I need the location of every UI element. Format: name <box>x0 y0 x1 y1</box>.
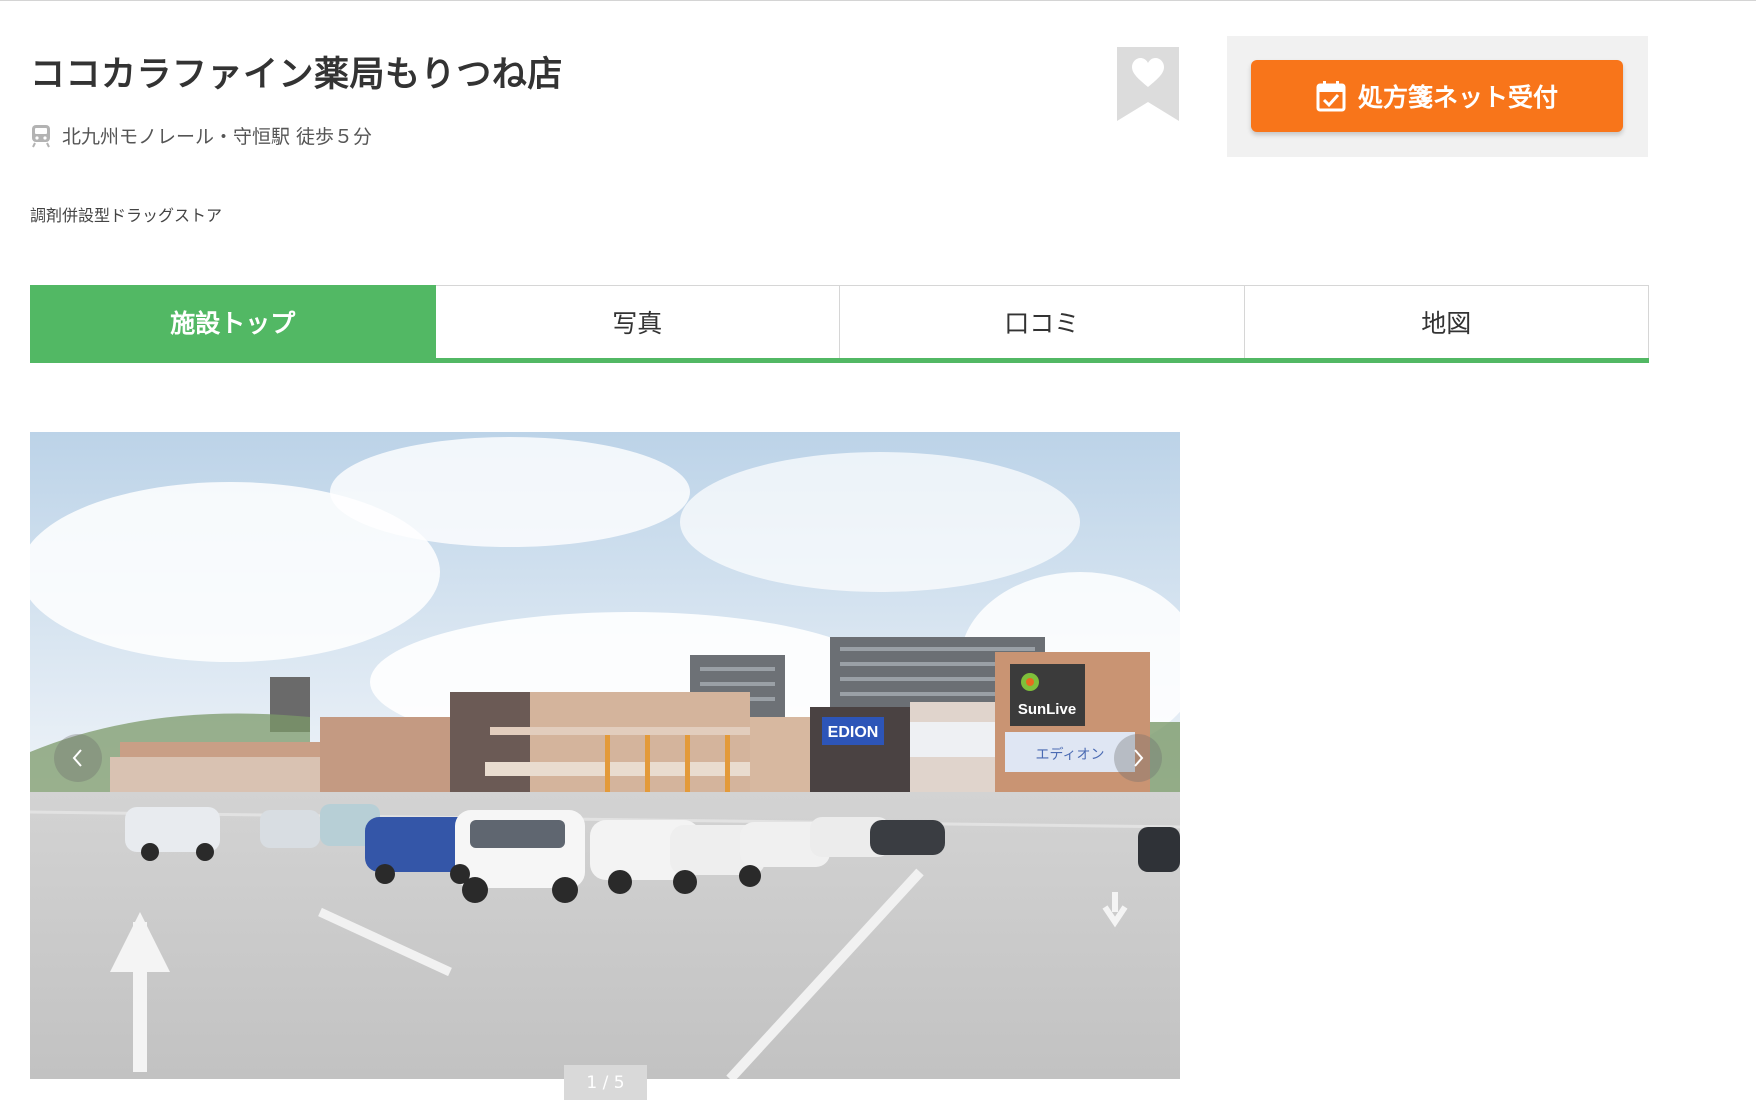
tab-facility-top[interactable]: 施設トップ <box>30 285 436 358</box>
calendar-check-icon <box>1316 80 1346 112</box>
chevron-left-icon <box>72 749 82 767</box>
store-category: 調剤併設型ドラッグストア <box>30 206 223 225</box>
page-title: ココカラファイン薬局もりつね店 <box>30 55 563 95</box>
train-icon <box>30 124 52 148</box>
edion-banner: エディオン <box>1035 746 1104 763</box>
gallery-prev-button[interactable] <box>54 734 102 782</box>
prescription-button-label: 処方箋ネット受付 <box>1357 83 1558 112</box>
sunlive-sign: SunLive <box>1018 701 1076 718</box>
edion-sign: EDION <box>828 724 879 741</box>
gallery-next-button[interactable] <box>1114 734 1162 782</box>
bookmark-button[interactable] <box>1117 47 1179 121</box>
prescription-button[interactable]: 処方箋ネット受付 <box>1251 60 1623 132</box>
chevron-right-icon <box>1134 749 1144 767</box>
photo-gallery: EDION SunLive エディオン <box>30 432 1180 1079</box>
gallery-counter: 1 / 5 <box>564 1065 647 1100</box>
access-text: 北九州モノレール・守恒駅 徒歩５分 <box>62 126 373 148</box>
top-divider <box>0 0 1756 1</box>
tab-map[interactable]: 地図 <box>1244 285 1649 358</box>
store-photo: EDION SunLive エディオン <box>30 432 1180 1079</box>
prescription-panel: 処方箋ネット受付 <box>1227 36 1648 157</box>
tab-reviews[interactable]: 口コミ <box>840 285 1245 358</box>
facility-tabs: 施設トップ 写真 口コミ 地図 <box>30 285 1649 363</box>
tab-photos[interactable]: 写真 <box>435 285 840 358</box>
access-info: 北九州モノレール・守恒駅 徒歩５分 <box>30 122 372 149</box>
